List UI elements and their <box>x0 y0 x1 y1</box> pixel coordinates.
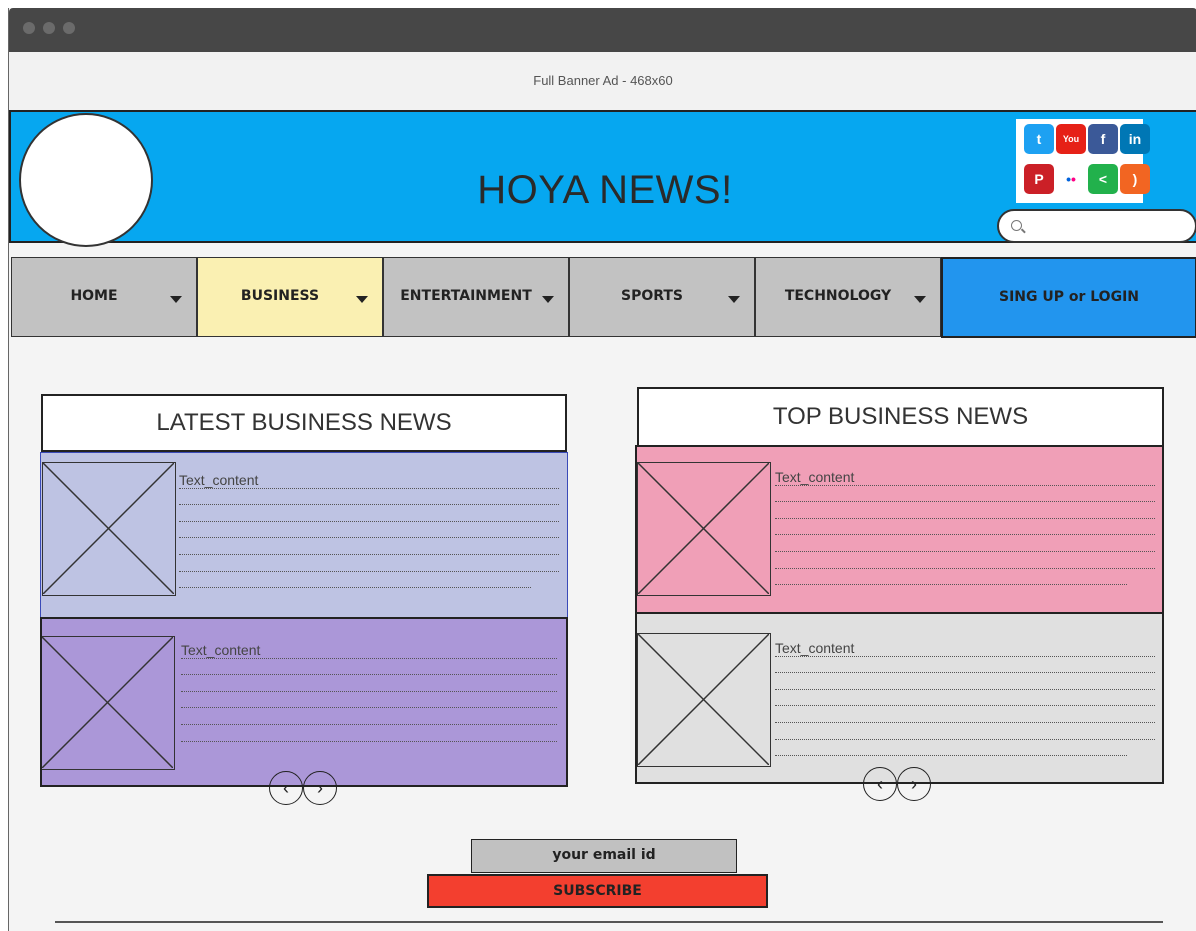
top-news-card[interactable]: Text_content <box>635 445 1164 614</box>
email-field[interactable]: your email id <box>471 839 737 873</box>
nav-item-technology[interactable]: TECHNOLOGY <box>755 257 941 337</box>
image-placeholder <box>42 462 176 596</box>
caret-down-icon[interactable] <box>914 296 926 303</box>
search-icon <box>1011 220 1022 231</box>
latest-pager: ‹ › <box>269 771 337 805</box>
search-box[interactable] <box>997 209 1196 243</box>
ad-banner[interactable]: Full Banner Ad - 468x60 <box>9 52 1196 110</box>
latest-news-card[interactable]: Text_content <box>40 452 568 618</box>
next-arrow-button[interactable]: › <box>303 771 337 805</box>
caret-down-icon[interactable] <box>542 296 554 303</box>
signup-login-button[interactable]: SING UP or LOGIN <box>941 257 1196 338</box>
prev-arrow-button[interactable]: ‹ <box>863 767 897 801</box>
nav-item-label: ENTERTAINMENT <box>400 288 532 304</box>
linkedin-icon[interactable]: in <box>1120 124 1150 154</box>
latest-news-card[interactable]: Text_content <box>40 617 568 787</box>
window-titlebar <box>9 8 1196 52</box>
search-input[interactable] <box>1029 215 1189 239</box>
latest-news-title: LATEST BUSINESS NEWS <box>41 394 567 452</box>
browser-window: Full Banner Ad - 468x60 HOYA NEWS! t You f… <box>8 8 1196 931</box>
image-placeholder <box>637 633 771 767</box>
nav-item-entertainment[interactable]: ENTERTAINMENT <box>383 257 569 337</box>
news-text: Text_content <box>179 472 559 589</box>
site-header: HOYA NEWS! t You f in P • • <) <box>9 110 1196 247</box>
nav-item-label: TECHNOLOGY <box>784 288 892 304</box>
caret-down-icon[interactable] <box>356 296 368 303</box>
caret-down-icon[interactable] <box>728 296 740 303</box>
image-placeholder <box>637 462 771 596</box>
image-placeholder <box>42 636 175 770</box>
caret-down-icon[interactable] <box>170 296 182 303</box>
facebook-icon[interactable]: f <box>1088 124 1118 154</box>
youtube-icon[interactable]: You <box>1056 124 1086 154</box>
nav-item-label: BUSINESS <box>240 288 320 304</box>
news-text: Text_content <box>775 640 1155 757</box>
nav-item-label: SPORTS <box>620 288 684 304</box>
window-maximize-dot[interactable] <box>63 22 75 34</box>
nav-item-sports[interactable]: SPORTS <box>569 257 755 337</box>
nav-item-business[interactable]: BUSINESS <box>197 257 383 337</box>
flickr-icon[interactable]: • • <box>1056 163 1086 194</box>
social-icons: t You f in P • • <) <box>1016 119 1150 203</box>
top-news-title: TOP BUSINESS NEWS <box>637 387 1164 447</box>
news-text: Text_content <box>181 642 557 742</box>
window-minimize-dot[interactable] <box>43 22 55 34</box>
top-news-card[interactable]: Text_content <box>635 612 1164 784</box>
rss-icon[interactable]: ) <box>1120 163 1150 194</box>
main-nav: HOME BUSINESS ENTERTAINMENT SPORTS TECHNOLOG… <box>11 257 941 337</box>
window-close-dot[interactable] <box>23 22 35 34</box>
share-icon[interactable]: < <box>1088 163 1118 194</box>
footer-divider <box>55 921 1163 923</box>
nav-item-home[interactable]: HOME <box>11 257 197 337</box>
top-pager: ‹ › <box>863 767 931 801</box>
twitter-icon[interactable]: t <box>1024 124 1054 154</box>
nav-item-label: HOME <box>70 288 118 304</box>
news-text: Text_content <box>775 469 1155 586</box>
pinterest-icon[interactable]: P <box>1024 163 1054 194</box>
subscribe-button[interactable]: SUBSCRIBE <box>427 874 768 908</box>
next-arrow-button[interactable]: › <box>897 767 931 801</box>
prev-arrow-button[interactable]: ‹ <box>269 771 303 805</box>
